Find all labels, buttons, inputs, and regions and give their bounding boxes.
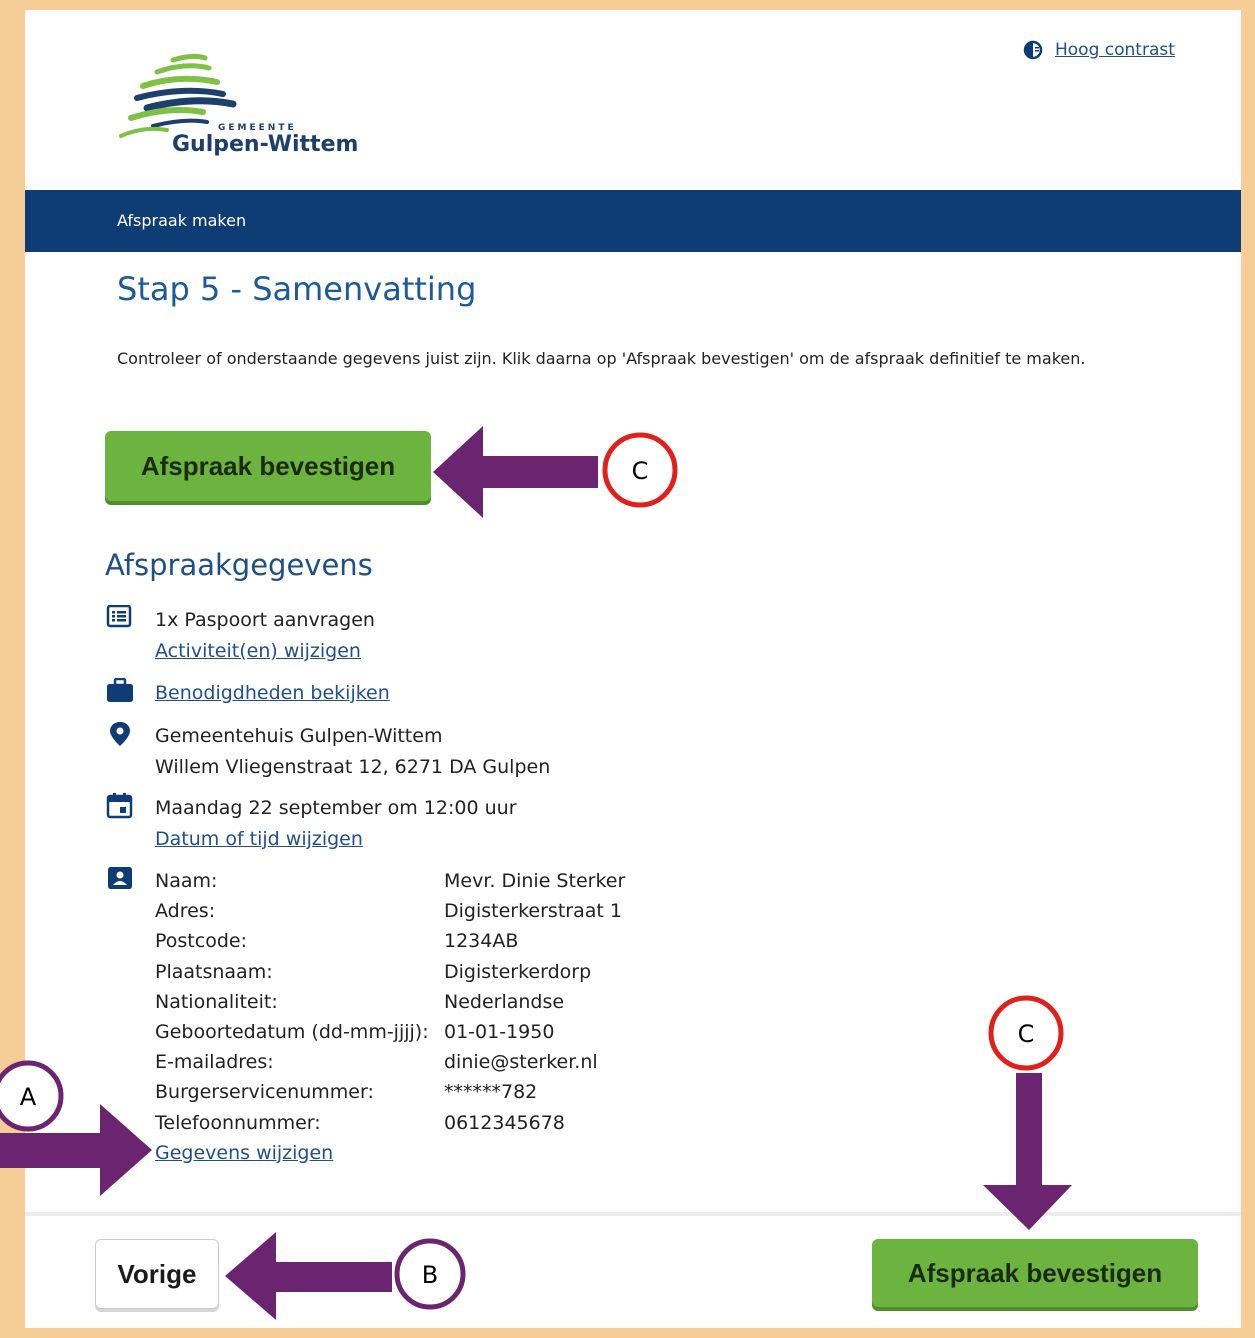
location-pin-icon	[110, 722, 130, 746]
logo-name: Gulpen-Wittem	[172, 132, 359, 157]
personal-value: Mevr. Dinie Sterker	[444, 870, 626, 892]
contrast-icon	[1023, 40, 1043, 60]
confirm-appointment-button-top[interactable]: Afspraak bevestigen	[105, 431, 431, 501]
personal-value: dinie@sterker.nl	[444, 1051, 598, 1074]
personal-label: Telefoonnummer:	[155, 1111, 321, 1134]
page-title: Stap 5 - Samenvatting	[117, 270, 477, 308]
personal-label: Adres:	[155, 900, 216, 923]
calendar-icon	[106, 793, 133, 819]
edit-personal-data-link[interactable]: Gegevens wijzigen	[155, 1138, 744, 1168]
personal-label: E-mailadres:	[155, 1051, 274, 1074]
personal-label: Geboortedatum (dd-mm-jjjj):	[155, 1021, 429, 1044]
high-contrast-link[interactable]: Hoog contrast	[1055, 40, 1175, 60]
list-icon	[106, 605, 132, 628]
contact-card-icon	[108, 867, 132, 889]
location-address: Willem Vliegenstraat 12, 6271 DA Gulpen	[155, 756, 551, 778]
nav-bar: Afspraak maken	[25, 190, 1241, 252]
personal-value: 0612345678	[444, 1111, 565, 1134]
back-button[interactable]: Vorige	[95, 1239, 219, 1309]
change-activity-link[interactable]: Activiteit(en) wijzigen	[155, 640, 361, 662]
personal-value: 01-01-1950	[444, 1021, 555, 1044]
personal-value: Digisterkerdorp	[444, 960, 592, 983]
change-datetime-link[interactable]: Datum of tijd wijzigen	[155, 828, 363, 850]
intro-text: Controleer of onderstaande gegevens juis…	[117, 349, 1086, 368]
view-requirements-link[interactable]: Benodigdheden bekijken	[155, 682, 390, 704]
footer-divider	[25, 1212, 1241, 1216]
briefcase-icon	[107, 678, 133, 702]
personal-value: 1234AB	[444, 930, 519, 953]
high-contrast-toggle[interactable]: Hoog contrast	[1023, 40, 1175, 60]
personal-value: Nederlandse	[444, 990, 565, 1013]
datetime-text: Maandag 22 september om 12:00 uur	[155, 797, 517, 819]
location-name: Gemeentehuis Gulpen-Wittem	[155, 725, 443, 747]
personal-label: Postcode:	[155, 930, 247, 953]
personal-label: Nationaliteit:	[155, 990, 278, 1013]
activity-text: 1x Paspoort aanvragen	[155, 609, 375, 631]
personal-label: Plaatsnaam:	[155, 960, 273, 983]
personal-data-grid: Naam: Mevr. Dinie Sterker Adres: Digiste…	[155, 866, 744, 1168]
personal-label: Naam:	[155, 870, 218, 892]
page: Hoog contrast GEMEENTE Gulpen-Wittem Afs…	[25, 10, 1241, 1328]
section-title: Afspraakgegevens	[105, 548, 373, 582]
personal-label: Burgerservicenummer:	[155, 1081, 374, 1104]
confirm-appointment-button-bottom[interactable]: Afspraak bevestigen	[872, 1239, 1198, 1307]
personal-value: Digisterkerstraat 1	[444, 900, 622, 923]
nav-title[interactable]: Afspraak maken	[117, 211, 246, 230]
personal-value: ******782	[444, 1081, 538, 1104]
